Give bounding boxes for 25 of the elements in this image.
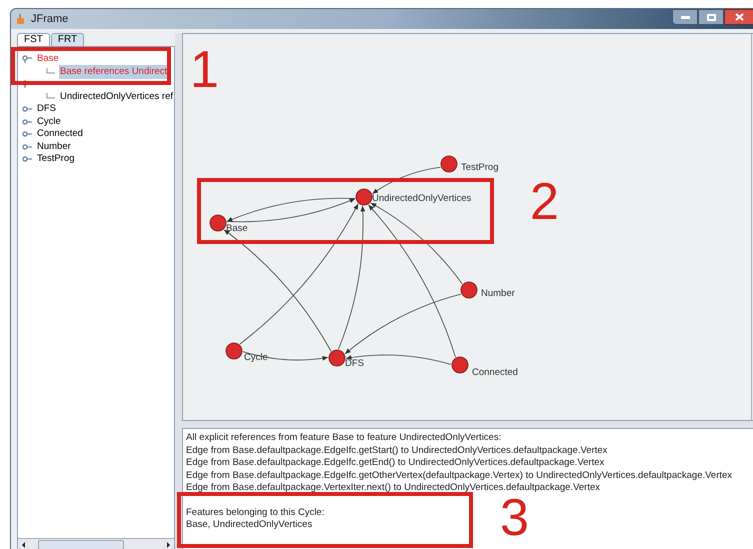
node-label: Cycle bbox=[244, 352, 268, 363]
text-line: All explicit references from feature Base to feature UndirectedOnlyVertices: bbox=[186, 432, 502, 444]
text-line: Features belonging to this Cycle: bbox=[186, 506, 326, 519]
text-line: Edge from Base.defaultpackage.EdgeIfc.getStart() to UndirectedOnlyVertices.defaultpackage.Vertex bbox=[186, 444, 608, 457]
text-line: Base, UndirectedOnlyVertices bbox=[186, 519, 314, 532]
tree-item[interactable]: Base bbox=[36, 53, 60, 66]
text-line: Edge from Base.defaultpackage.EdgeIfc.getOtherVertex(defaultpackage.Vertex) to UndirectedOnlyVertices.defaultpackage.Vertex bbox=[186, 470, 734, 482]
tree-item[interactable]: DFS bbox=[36, 102, 57, 116]
window-title: JFrame bbox=[31, 12, 68, 27]
node-label: DFS bbox=[345, 358, 364, 369]
tree-item[interactable]: TestProg bbox=[36, 152, 76, 166]
tab[interactable]: FRT bbox=[50, 33, 84, 46]
annotation-number: 1 bbox=[190, 42, 219, 98]
node-label: Base bbox=[226, 223, 248, 234]
node-label: UndirectedOnlyVertices bbox=[372, 193, 472, 204]
node-label: Connected bbox=[472, 367, 518, 378]
node-label: Number bbox=[481, 288, 515, 299]
tab[interactable]: FST bbox=[17, 33, 50, 46]
tree-item[interactable]: Cycle bbox=[36, 114, 62, 129]
text-line: Edge from Base.defaultpackage.EdgeIfc.getEnd() to UndirectedOnlyVertices.defaultpackage.Vertex bbox=[186, 457, 606, 470]
annotation-number: 2 bbox=[530, 174, 559, 230]
node-label: TestProg bbox=[461, 162, 498, 173]
tree-item[interactable]: Number bbox=[36, 140, 72, 154]
tree-item[interactable]: Connected bbox=[36, 127, 84, 142]
tree-item[interactable]: UndirectedOnlyVertices ref bbox=[59, 90, 174, 104]
